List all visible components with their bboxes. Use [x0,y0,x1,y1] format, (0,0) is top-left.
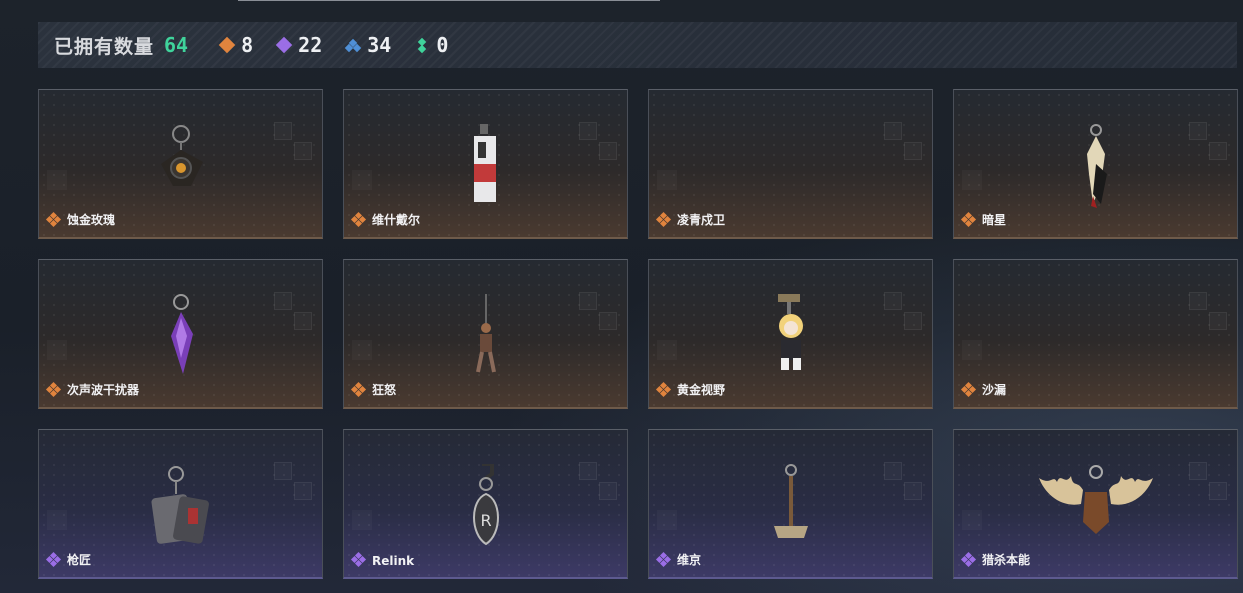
charm-card[interactable]: 暗星 [953,89,1238,239]
charm-card[interactable]: 狂怒 [343,259,628,409]
charm-name: 狂怒 [372,383,397,397]
charm-card[interactable]: 次声波干扰器 [38,259,323,409]
decorative-square [47,340,67,360]
purple-count: 22 [298,33,323,57]
rarity-counts: 8 22 34 0 [218,33,448,57]
decorative-square [657,340,677,360]
charm-card[interactable]: 枪匠 [38,429,323,579]
chibi-charm-icon [768,294,814,382]
emblem-charm-icon: R [466,462,506,554]
decorative-squares [274,462,314,502]
charm-name: 蚀金玫瑰 [67,213,116,227]
purple-diamond-icon [350,551,367,568]
figure-charm-icon [466,294,506,384]
rarity-orange: 8 [218,33,254,57]
charm-name: 维京 [677,553,702,567]
blue-diamond-icon [345,38,362,53]
rarity-blue: 34 [345,33,392,57]
collection-summary-bar: 已拥有数量 64 8 22 34 0 [38,22,1237,68]
charm-name: 黄金视野 [677,383,726,397]
decorative-square [352,170,372,190]
charm-name: 枪匠 [67,553,92,567]
decorative-squares [579,122,619,162]
charm-card[interactable]: 维什戴尔 [343,89,628,239]
green-diamond-icon [415,37,429,54]
charm-card[interactable]: 凌青戍卫 [648,89,933,239]
hammer-charm-icon [766,464,816,554]
purple-diamond-icon [275,36,293,54]
charm-card[interactable]: 猎杀本能 [953,429,1238,579]
decorative-squares [1189,122,1229,162]
owned-label: 已拥有数量 [54,35,155,58]
green-count: 0 [436,33,449,57]
charm-name: 猎杀本能 [982,553,1031,567]
orange-diamond-icon [655,211,672,228]
purple-diamond-icon [45,551,62,568]
decorative-square [47,510,67,530]
charm-card[interactable]: 黄金视野 [648,259,933,409]
decorative-squares [274,122,314,162]
charm-card[interactable]: 维京 [648,429,933,579]
purple-diamond-icon [960,551,977,568]
charm-card[interactable]: R Relink [343,429,628,579]
decorative-square [657,510,677,530]
charm-name: 凌青戍卫 [677,213,726,227]
owned-count: 64 [164,33,189,57]
charm-name: 沙漏 [982,383,1007,397]
charm-name: Relink [372,554,415,568]
decorative-square [962,170,982,190]
crystal-charm-icon [161,294,201,382]
decorative-square [352,510,372,530]
orange-count: 8 [241,33,254,57]
charm-grid: 蚀金玫瑰 维什戴尔 凌青戍卫 暗星次声波干扰器 狂怒 黄金视野 沙漏枪匠 R Relink 维京 猎… [38,89,1238,579]
decorative-squares [274,292,314,332]
orange-diamond-icon [218,36,236,54]
blue-count: 34 [367,33,392,57]
antler-charm-icon [1031,464,1161,554]
decorative-square [47,170,67,190]
orange-diamond-icon [960,381,977,398]
feather-charm-icon [1071,124,1121,218]
decorative-squares [579,462,619,502]
orange-diamond-icon [350,381,367,398]
decorative-square [962,340,982,360]
decorative-square [352,340,372,360]
orange-diamond-icon [960,211,977,228]
charm-name: 暗星 [982,213,1007,227]
decorative-squares [884,462,924,502]
purple-diamond-icon [655,551,672,568]
decorative-square [657,170,677,190]
rarity-green: 0 [415,33,448,57]
tags-charm-icon [146,464,216,558]
decorative-squares [1189,292,1229,332]
svg-text:R: R [480,511,491,530]
card-charm-icon [466,124,506,212]
decorative-squares [579,292,619,332]
decorative-squares [884,122,924,162]
decorative-squares [884,292,924,332]
orange-diamond-icon [45,211,62,228]
charm-card[interactable]: 蚀金玫瑰 [38,89,323,239]
decorative-squares [1189,462,1229,502]
decorative-square [962,510,982,530]
charm-name: 维什戴尔 [372,213,421,227]
orange-diamond-icon [350,211,367,228]
rarity-purple: 22 [275,33,323,57]
rose-charm-icon [151,124,211,208]
orange-diamond-icon [45,381,62,398]
top-divider [238,0,660,1]
charm-card[interactable]: 沙漏 [953,259,1238,409]
charm-name: 次声波干扰器 [67,383,140,397]
orange-diamond-icon [655,381,672,398]
